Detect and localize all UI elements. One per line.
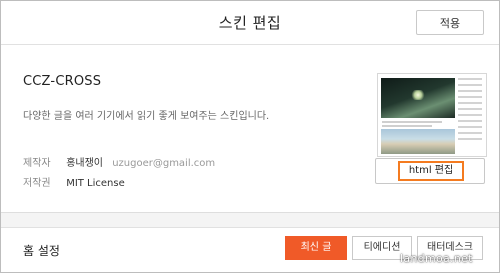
license-row: 저작권 MIT License (23, 174, 125, 189)
author-label: 제작자 (23, 158, 51, 169)
preview-text-line (382, 121, 442, 123)
skin-name: CCZ-CROSS (23, 74, 102, 89)
license-label: 저작권 (23, 178, 51, 189)
preview-text-line (382, 125, 432, 127)
skin-preview-thumbnail (377, 73, 487, 157)
apply-button[interactable]: 적용 (416, 10, 484, 35)
skin-edit-window: 스킨 편집 적용 CCZ-CROSS 다양한 글을 여러 기기에서 읽기 좋게 … (0, 0, 500, 273)
preview-header-image (381, 78, 455, 118)
header-bar: 스킨 편집 적용 (1, 1, 499, 45)
skin-description: 다양한 글을 여러 기기에서 읽기 좋게 보여주는 스킨입니다. (23, 111, 270, 122)
tab-latest-posts[interactable]: 최신 글 (285, 236, 347, 260)
preview-beach-image (381, 129, 455, 154)
watermark-text: landmoa.net (400, 252, 473, 265)
html-edit-button[interactable]: html 편집 (375, 158, 485, 184)
author-email: uzugoer@gmail.com (112, 158, 216, 169)
author-row: 제작자 홍내쟁이 uzugoer@gmail.com (23, 154, 215, 169)
license-value: MIT License (66, 178, 125, 189)
home-settings-section: 홈 설정 최신 글 티에디션 태터데스크 (1, 227, 499, 272)
author-name: 홍내쟁이 (66, 158, 103, 169)
html-edit-label: html 편집 (398, 161, 464, 181)
skin-info-panel: CCZ-CROSS 다양한 글을 여러 기기에서 읽기 좋게 보여주는 스킨입니… (1, 45, 499, 213)
home-settings-title: 홈 설정 (23, 244, 60, 258)
preview-sidebar (458, 78, 482, 154)
